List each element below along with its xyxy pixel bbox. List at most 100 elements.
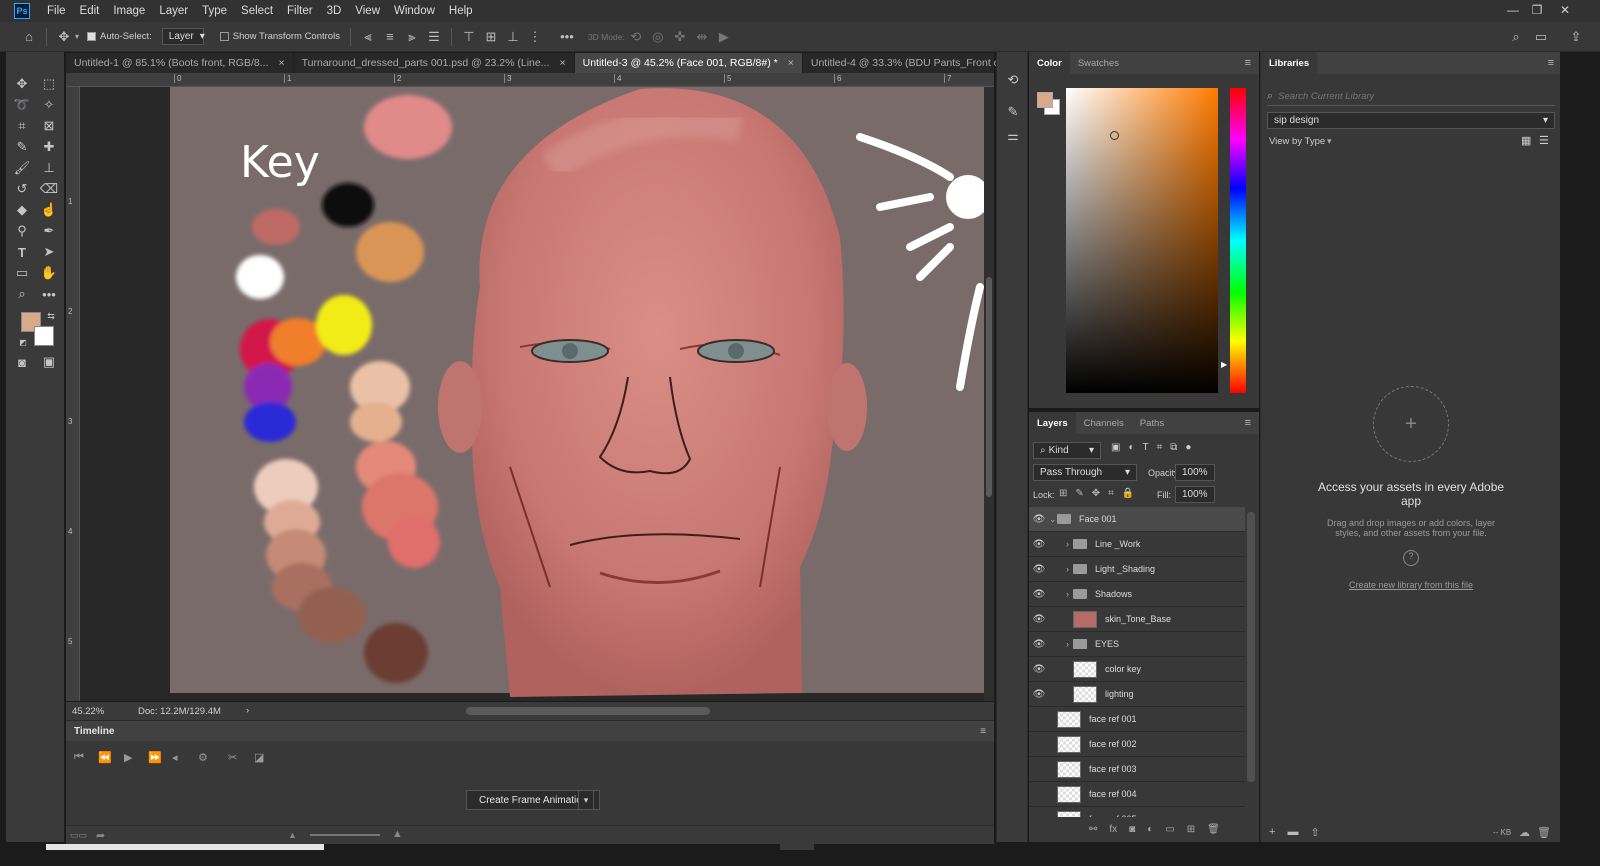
panel-menu-icon[interactable]: ≡ <box>1245 417 1251 429</box>
trash-icon[interactable]: 🗑 <box>1537 826 1551 839</box>
scissors-icon[interactable]: ✂ <box>228 751 237 764</box>
visibility-eye-icon[interactable]: 👁 <box>1029 664 1049 675</box>
distribute-icon[interactable]: ☰ <box>423 26 445 48</box>
path-select-icon[interactable]: ➤ <box>38 242 60 262</box>
layer-row[interactable]: face ref 004 <box>1029 782 1245 807</box>
swap-colors-icon[interactable]: ⇆ <box>40 306 62 326</box>
menu-3d[interactable]: 3D <box>320 5 349 17</box>
close-window-icon[interactable]: ✕ <box>1552 0 1578 20</box>
new-layer-icon[interactable]: ⊞ <box>1187 824 1195 835</box>
adjustment-filter-icon[interactable]: ◐ <box>1128 442 1134 453</box>
canvas-area[interactable]: Key <box>80 87 984 701</box>
menu-edit[interactable]: Edit <box>73 5 107 17</box>
show-transform-checkbox[interactable] <box>219 32 229 41</box>
transition-icon[interactable]: ◪ <box>254 751 264 764</box>
list-view-icon[interactable]: ☰ <box>1539 134 1549 147</box>
crop-tool-icon[interactable]: ⌗ <box>11 116 33 136</box>
document-tab[interactable]: Untitled-1 @ 85.1% (Boots front, RGB/8..… <box>66 53 294 73</box>
adjustments-panel-icon[interactable]: ⚌ <box>1002 126 1024 146</box>
brush-tool-icon[interactable]: 🖌 <box>11 158 33 178</box>
type-tool-icon[interactable]: T <box>11 242 33 262</box>
smudge-icon[interactable]: ☝ <box>38 200 60 220</box>
menu-layer[interactable]: Layer <box>152 5 195 17</box>
filter-toggle-icon[interactable]: ● <box>1185 442 1191 453</box>
pen-tool-icon[interactable]: ✒ <box>38 221 60 241</box>
menu-image[interactable]: Image <box>106 5 152 17</box>
eraser-icon[interactable]: ⌫ <box>38 179 60 199</box>
zoom-slider[interactable] <box>310 834 380 836</box>
color-picker-field[interactable] <box>1066 88 1218 393</box>
search-icon[interactable]: ⌕ <box>1505 26 1527 48</box>
layer-row[interactable]: 👁 › Shadows <box>1029 582 1245 607</box>
close-tab-icon[interactable]: × <box>788 57 794 69</box>
add-asset-icon[interactable]: + <box>1373 386 1449 462</box>
layer-row[interactable]: 👁 ⌄ Face 001 <box>1029 507 1245 532</box>
layer-kind-filter[interactable]: ⌕ Kind ▾ <box>1033 442 1101 459</box>
audio-icon[interactable]: ◂ <box>172 751 178 764</box>
blend-mode-dropdown[interactable]: Pass Through ▾ <box>1033 464 1137 481</box>
visibility-eye-icon[interactable]: 👁 <box>1029 539 1049 550</box>
workspace-icon[interactable]: ▭ <box>1530 26 1552 48</box>
link-layers-icon[interactable]: ⚯ <box>1089 824 1097 835</box>
visibility-eye-icon[interactable]: 👁 <box>1029 689 1049 700</box>
horizontal-scrollbar[interactable] <box>466 707 710 715</box>
chevron-down-icon[interactable]: ▾ <box>75 32 79 41</box>
panel-tab-swatches[interactable]: Swatches <box>1070 52 1127 74</box>
background-color-swatch[interactable] <box>34 326 54 346</box>
auto-select-checkbox[interactable] <box>87 32 97 41</box>
panel-tab-layers[interactable]: Layers <box>1029 412 1076 434</box>
3d-pan-icon[interactable]: ✜ <box>669 26 691 48</box>
rectangle-tool-icon[interactable]: ▭ <box>11 263 33 283</box>
panel-tab-color[interactable]: Color <box>1029 52 1070 74</box>
grid-view-icon[interactable]: ▦ <box>1521 134 1531 147</box>
healing-brush-icon[interactable]: ✚ <box>38 137 60 157</box>
share-arrow-icon[interactable]: ➦ <box>96 829 105 842</box>
zoom-in-icon[interactable]: ▲ <box>392 828 403 840</box>
align-middle-icon[interactable]: ⊞ <box>480 26 502 48</box>
layer-row[interactable]: 👁 › EYES <box>1029 632 1245 657</box>
layer-row[interactable]: 👁 color key <box>1029 657 1245 682</box>
layer-row[interactable]: 👁 › Line _Work <box>1029 532 1245 557</box>
visibility-eye-icon[interactable]: 👁 <box>1029 564 1049 575</box>
library-selector[interactable]: sip design ▾ <box>1267 112 1555 129</box>
new-group-icon[interactable]: ▭ <box>1165 824 1174 835</box>
upload-icon[interactable]: ⇧ <box>1310 826 1319 839</box>
menu-filter[interactable]: Filter <box>280 5 320 17</box>
play-icon[interactable]: ▶ <box>124 751 132 764</box>
align-top-icon[interactable]: ⊤ <box>458 26 480 48</box>
dodge-icon[interactable]: ⚲ <box>11 221 33 241</box>
opacity-input[interactable]: 100% <box>1175 464 1215 481</box>
distribute-vertical-icon[interactable]: ⋮ <box>524 26 546 48</box>
visibility-eye-icon[interactable]: 👁 <box>1029 589 1049 600</box>
chevron-down-icon[interactable]: ▾ <box>1327 136 1332 147</box>
share-icon[interactable]: ⇪ <box>1565 26 1587 48</box>
timeline-menu-icon[interactable]: ≡ <box>980 726 986 737</box>
taskbar-item[interactable] <box>780 844 814 850</box>
3d-orbit-icon[interactable]: ⟲ <box>625 26 647 48</box>
zoom-tool-icon[interactable]: ⌕ <box>11 284 33 304</box>
marquee-tool-icon[interactable]: ⬚ <box>38 74 60 94</box>
layer-row[interactable]: face ref 005 <box>1029 807 1245 817</box>
close-tab-icon[interactable]: × <box>559 57 565 69</box>
next-frame-icon[interactable]: ⏩ <box>148 751 162 764</box>
fill-input[interactable]: 100% <box>1175 486 1215 503</box>
stamp-tool-icon[interactable]: ⊥ <box>38 158 60 178</box>
menu-file[interactable]: File <box>40 5 73 17</box>
visibility-eye-icon[interactable]: 👁 <box>1029 514 1049 525</box>
zoom-out-icon[interactable]: ▲ <box>288 830 297 840</box>
align-right-icon[interactable]: ⫸ <box>401 26 423 48</box>
delete-layer-icon[interactable]: 🗑 <box>1207 824 1220 835</box>
layer-style-icon[interactable]: fx <box>1109 824 1117 835</box>
pixel-filter-icon[interactable]: ▣ <box>1111 442 1120 453</box>
first-frame-icon[interactable]: ⏮ <box>74 751 84 764</box>
layer-row[interactable]: face ref 001 <box>1029 707 1245 732</box>
layers-scrollbar[interactable] <box>1247 512 1255 782</box>
lock-pixels-icon[interactable]: ✎ <box>1075 488 1083 499</box>
document-tab[interactable]: Untitled-3 @ 45.2% (Face 001, RGB/8#) * × <box>574 53 803 73</box>
add-icon[interactable]: + <box>1269 826 1275 839</box>
menu-window[interactable]: Window <box>387 5 442 17</box>
menu-help[interactable]: Help <box>442 5 480 17</box>
lock-all-icon[interactable]: 🔒 <box>1122 488 1134 499</box>
more-tools-icon[interactable]: ••• <box>38 284 60 304</box>
status-arrow-icon[interactable]: › <box>246 705 249 716</box>
